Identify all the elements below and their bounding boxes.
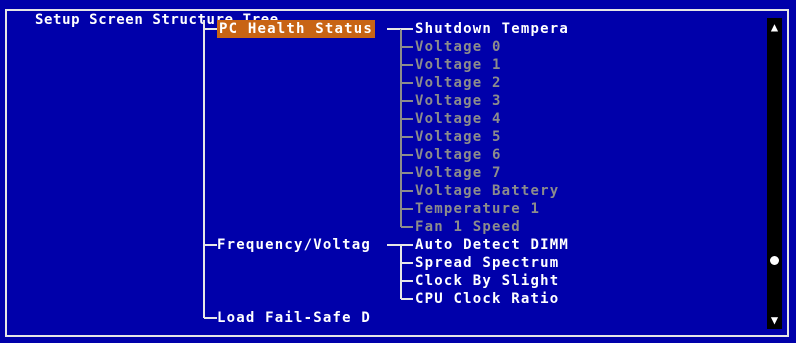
tree-node-voltage-1: Voltage 1 [415,57,502,73]
tree-node-voltage-3: Voltage 3 [415,93,502,109]
tree-node-voltage-4: Voltage 4 [415,111,502,127]
vertical-scrollbar[interactable]: ▲ ▼ [767,18,782,329]
tree-node-voltage-battery: Voltage Battery [415,183,560,199]
tree-node-shutdown-temperature[interactable]: Shutdown Tempera [415,20,569,38]
tree-node-voltage-0: Voltage 0 [415,39,502,55]
tree-node-voltage-7: Voltage 7 [415,165,502,181]
tree-node-voltage-5: Voltage 5 [415,129,502,145]
tree-node-pc-health-status[interactable]: PC Health Status [217,20,376,38]
down-arrow-icon[interactable]: ▼ [767,313,782,327]
structure-tree: PC Health Status Frequency/Voltag Load F… [0,0,796,343]
tree-node-voltage-6: Voltage 6 [415,147,502,163]
tree-node-spread-spectrum[interactable]: Spread Spectrum [415,254,559,272]
scroll-thumb-icon[interactable] [770,256,779,265]
tree-node-cpu-clock-ratio[interactable]: CPU Clock Ratio [415,290,559,308]
tree-node-fan-1-speed: Fan 1 Speed [415,219,521,235]
tree-node-voltage-2: Voltage 2 [415,75,502,91]
up-arrow-icon[interactable]: ▲ [767,20,782,34]
tree-node-auto-detect-dimm[interactable]: Auto Detect DIMM [415,236,569,254]
tree-node-clock-by-slight[interactable]: Clock By Slight [415,272,559,290]
tree-node-temperature-1: Temperature 1 [415,201,541,217]
tree-node-load-fail-safe[interactable]: Load Fail-Safe D [217,309,371,327]
tree-node-frequency-voltage[interactable]: Frequency/Voltag [217,236,371,254]
tree-connectors [203,20,413,319]
